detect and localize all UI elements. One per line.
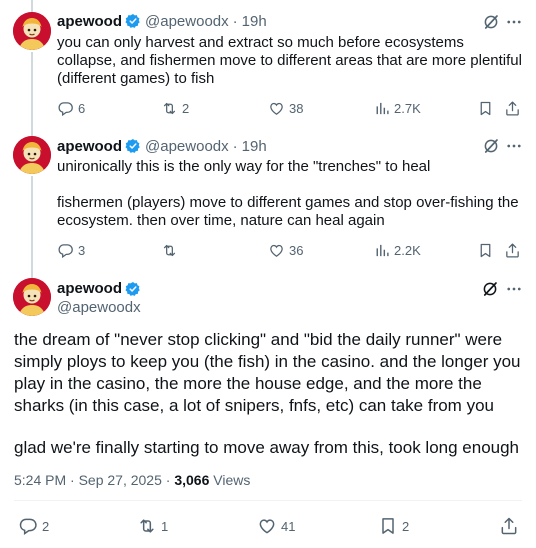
author-name[interactable]: apewood <box>57 280 122 297</box>
separator: · <box>232 137 238 155</box>
repost-button[interactable]: 1 <box>137 516 168 536</box>
avatar[interactable] <box>13 136 51 174</box>
reply-button[interactable]: 3 <box>57 240 85 260</box>
views-count: 2.2K <box>394 242 421 258</box>
thread-connector <box>31 52 33 136</box>
tweet-time[interactable]: 19h <box>242 13 267 30</box>
bookmark-icon <box>477 100 494 117</box>
verified-badge-icon <box>125 138 141 154</box>
share-button[interactable] <box>504 240 525 260</box>
reply-count: 3 <box>78 242 86 258</box>
tweet-actions: 2 1 41 2 <box>14 516 522 538</box>
share-button[interactable] <box>504 98 525 118</box>
like-count: 38 <box>289 100 304 116</box>
views-count: 2.7K <box>394 100 421 116</box>
tweet-text: the dream of "never stop clicking" and "… <box>14 329 526 459</box>
grok-icon[interactable] <box>482 13 500 31</box>
tweet-time[interactable]: 19h <box>242 138 267 155</box>
like-count: 41 <box>281 518 296 534</box>
verified-badge-icon <box>125 13 141 29</box>
share-icon <box>499 516 519 536</box>
repost-count: 1 <box>161 518 169 534</box>
bookmark-button[interactable] <box>477 98 498 118</box>
tweet-actions: 6 2 38 2.7K <box>57 98 525 118</box>
bookmark-button[interactable]: 2 <box>378 516 409 536</box>
author-name[interactable]: apewood <box>57 13 122 30</box>
reply-icon <box>57 242 74 259</box>
more-icon[interactable] <box>505 13 523 31</box>
repost-button[interactable] <box>161 240 182 260</box>
avatar[interactable] <box>13 278 51 316</box>
reply-button[interactable]: 6 <box>57 98 85 118</box>
like-icon <box>268 100 285 117</box>
separator: · <box>232 12 238 30</box>
bookmark-icon <box>378 516 398 536</box>
bookmark-icon <box>477 242 494 259</box>
tweet-text: you can only harvest and extract so much… <box>57 34 527 88</box>
timestamp[interactable]: 5:24 PM · Sep 27, 2025 · <box>14 472 174 488</box>
tweet-actions: 3 36 2.2K <box>57 240 525 260</box>
views-icon <box>373 242 390 259</box>
bookmark-button[interactable] <box>477 240 498 260</box>
bookmark-count: 2 <box>402 518 410 534</box>
views-label: Views <box>209 472 251 488</box>
reply-count: 2 <box>42 518 50 534</box>
views-count: 3,066 <box>174 472 210 488</box>
grok-icon[interactable] <box>481 280 499 298</box>
share-icon <box>504 100 521 117</box>
like-count: 36 <box>289 242 304 258</box>
tweet-paragraph: unironically this is the only way for th… <box>57 158 431 175</box>
views-button[interactable]: 2.7K <box>373 98 421 118</box>
tweet-text: unironically this is the only way for th… <box>57 158 527 230</box>
repost-count: 2 <box>182 100 190 116</box>
more-icon[interactable] <box>505 137 523 155</box>
tweet-header: apewood @apewoodx · 19h <box>57 11 267 31</box>
thread-connector <box>31 0 33 12</box>
views-button[interactable]: 2.2K <box>373 240 421 260</box>
thread-connector <box>31 176 33 278</box>
tweet-paragraph: the dream of "never stop clicking" and "… <box>14 330 521 415</box>
tweet-paragraph: you can only harvest and extract so much… <box>57 34 522 87</box>
verified-badge-icon <box>125 281 141 297</box>
author-name[interactable]: apewood <box>57 138 122 155</box>
like-icon <box>257 516 277 536</box>
repost-icon <box>137 516 157 536</box>
like-button[interactable]: 41 <box>257 516 295 536</box>
more-icon[interactable] <box>505 280 523 298</box>
repost-button[interactable]: 2 <box>161 98 189 118</box>
reply-button[interactable]: 2 <box>18 516 49 536</box>
reply-icon <box>18 516 38 536</box>
tweet-meta: 5:24 PM · Sep 27, 2025 · 3,066 Views <box>14 472 250 488</box>
divider <box>14 500 522 501</box>
like-button[interactable]: 38 <box>268 98 303 118</box>
like-icon <box>268 242 285 259</box>
tweet-paragraph: glad we're finally starting to move away… <box>14 438 520 457</box>
tweet-header: apewood @apewoodx · 19h <box>57 136 267 156</box>
focused-tweet-author: apewood <box>57 280 145 297</box>
avatar[interactable] <box>13 12 51 50</box>
views-icon <box>373 100 390 117</box>
reply-icon <box>57 100 74 117</box>
share-icon <box>504 242 521 259</box>
author-handle[interactable]: @apewoodx <box>145 13 229 30</box>
grok-icon[interactable] <box>482 137 500 155</box>
share-button[interactable] <box>499 516 523 536</box>
author-handle[interactable]: @apewoodx <box>57 299 141 316</box>
repost-icon <box>161 242 178 259</box>
tweet-paragraph: fishermen (players) move to different ga… <box>57 194 519 229</box>
like-button[interactable]: 36 <box>268 240 303 260</box>
reply-count: 6 <box>78 100 86 116</box>
author-handle[interactable]: @apewoodx <box>145 138 229 155</box>
repost-icon <box>161 100 178 117</box>
